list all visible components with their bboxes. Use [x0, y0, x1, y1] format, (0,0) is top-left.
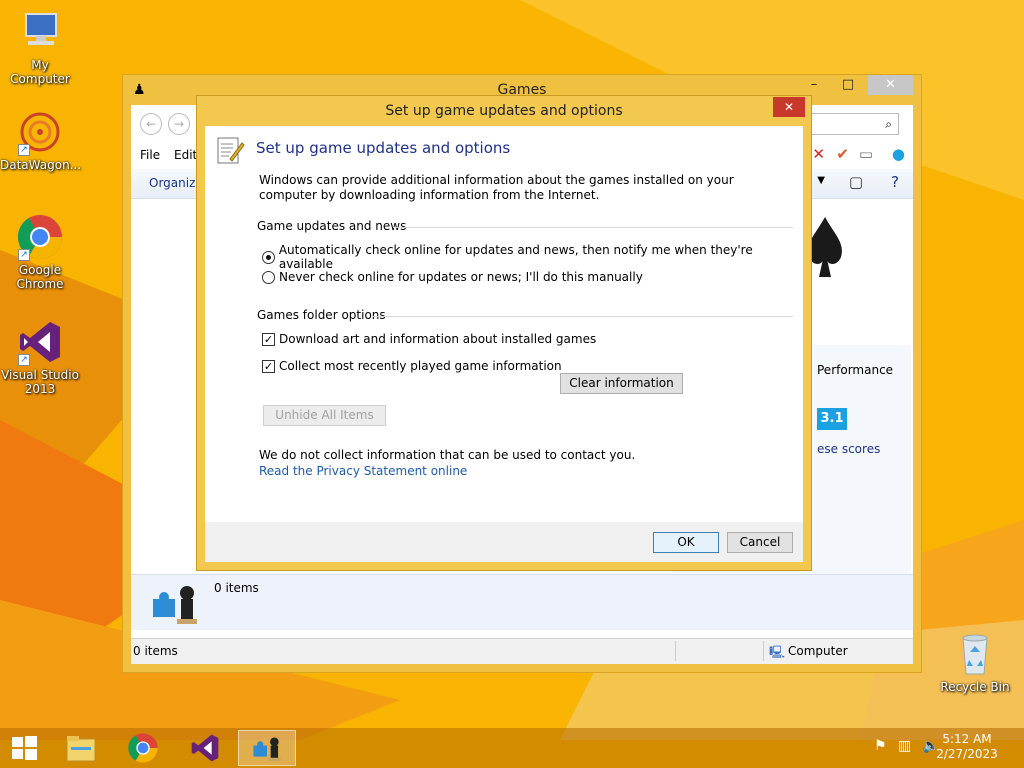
status-bar: 0 items 🖳 Computer: [131, 638, 913, 664]
dialog-close-button[interactable]: ✕: [773, 97, 805, 117]
start-button[interactable]: [0, 730, 48, 766]
view-dropdown-icon[interactable]: ▼: [817, 175, 825, 186]
desktop-icon-recycle-bin[interactable]: Recycle Bin: [935, 630, 1015, 694]
checkbox-download-label: Download art and information about insta…: [279, 332, 597, 346]
visual-studio-icon: ↗: [16, 318, 64, 366]
setup-dialog: Set up game updates and options ✕ Set up…: [196, 95, 812, 571]
dialog-description: Windows can provide additional informati…: [259, 173, 734, 202]
window-options-icon[interactable]: ▭: [859, 145, 873, 163]
desktop-icon-label: Google Chrome: [16, 263, 64, 291]
ok-button[interactable]: OK: [653, 532, 719, 553]
action-center-flag-icon[interactable]: ⚑: [874, 738, 887, 754]
checkbox[interactable]: ✓: [262, 332, 275, 346]
group-divider: [373, 316, 793, 317]
system-clock[interactable]: 5:12 AM 2/27/2023: [932, 732, 1002, 762]
dialog-body: Set up game updates and options Windows …: [205, 126, 803, 522]
help-icon[interactable]: ?: [891, 173, 899, 191]
desktop-icon-visual-studio[interactable]: ↗ Visual Studio 2013: [0, 318, 80, 396]
menu-edit[interactable]: Edit: [174, 148, 197, 162]
forward-button[interactable]: →: [168, 113, 190, 135]
group-divider: [393, 227, 793, 228]
updates-group-label: Game updates and news: [257, 219, 407, 233]
maximize-button[interactable]: □: [833, 75, 863, 95]
desktop-icon-my-computer[interactable]: My Computer: [0, 8, 80, 86]
radio-button[interactable]: [262, 250, 275, 264]
desktop-icon-label: My Computer: [10, 58, 70, 86]
radio-never-label: Never check online for updates or news; …: [279, 270, 643, 284]
checkbox[interactable]: ✓: [262, 359, 275, 373]
desktop-icon-datawagon[interactable]: ↗ DataWagon...: [0, 108, 82, 172]
shortcut-arrow-icon: ↗: [18, 144, 30, 156]
windows-logo-icon: [12, 736, 37, 760]
shortcut-arrow-icon: ↗: [18, 354, 30, 366]
network-tray-icon[interactable]: ▥: [898, 738, 911, 754]
details-pane: 0 items: [131, 574, 913, 630]
desktop-icon-chrome[interactable]: ↗ Google Chrome: [0, 213, 80, 291]
taskbar-visual-studio[interactable]: [178, 730, 232, 766]
folder-group-label: Games folder options: [257, 308, 386, 322]
clock-date: 2/27/2023: [936, 747, 998, 761]
checkbox-collect-label: Collect most recently played game inform…: [279, 359, 562, 373]
search-icon: ⌕: [885, 117, 892, 131]
dialog-heading: Set up game updates and options: [256, 139, 511, 157]
dialog-title: Set up game updates and options: [385, 103, 623, 119]
status-separator: [763, 641, 764, 661]
details-count: 0 items: [214, 581, 259, 595]
network-icon[interactable]: ●: [892, 145, 905, 163]
chrome-icon: [128, 733, 158, 763]
clock-time: 5:12 AM: [942, 732, 992, 746]
status-item-count: 0 items: [133, 644, 178, 658]
unhide-all-items-button[interactable]: Unhide All Items: [263, 405, 386, 426]
visual-studio-icon: [191, 734, 219, 762]
privacy-note: We do not collect information that can b…: [259, 448, 636, 462]
checkbox-collect-played[interactable]: ✓ Collect most recently played game info…: [262, 359, 562, 373]
recycle-bin-icon: [951, 630, 999, 678]
delete-icon[interactable]: ✕: [812, 145, 825, 163]
status-separator: [675, 641, 676, 661]
clear-information-button[interactable]: Clear information: [560, 373, 683, 394]
menu-file[interactable]: File: [140, 148, 160, 162]
taskbar-chrome[interactable]: [116, 730, 170, 766]
computer-icon: 🖳: [769, 645, 786, 659]
radio-auto-update[interactable]: Automatically check online for updates a…: [262, 243, 803, 271]
taskbar: ⚑ ▥ 🔈 5:12 AM 2/27/2023: [0, 728, 1024, 768]
games-icon: [253, 737, 281, 761]
games-icon: [153, 586, 197, 624]
desktop-icon-label: DataWagon...: [0, 158, 82, 172]
taskbar-games[interactable]: [238, 730, 296, 766]
score-badge: 3.1: [817, 408, 847, 430]
privacy-statement-link[interactable]: Read the Privacy Statement online: [259, 464, 467, 478]
settings-document-icon: [217, 137, 245, 164]
desktop-icon-label: Visual Studio 2013: [1, 368, 79, 396]
radio-button[interactable]: [262, 270, 275, 284]
radio-never-update[interactable]: Never check online for updates or news; …: [262, 270, 643, 284]
chrome-icon: ↗: [16, 213, 64, 261]
checkmark-icon[interactable]: ✔: [836, 145, 849, 163]
datawagon-icon: ↗: [16, 108, 64, 156]
taskbar-file-explorer[interactable]: [54, 730, 108, 766]
performance-label: Performance: [817, 363, 894, 377]
desktop-icon-label: Recycle Bin: [940, 680, 1010, 694]
shortcut-arrow-icon: ↗: [18, 249, 30, 261]
status-location: Computer: [788, 644, 848, 658]
checkbox-download-art[interactable]: ✓ Download art and information about ins…: [262, 332, 596, 346]
file-explorer-icon: [66, 736, 96, 762]
radio-auto-label: Automatically check online for updates a…: [278, 243, 753, 271]
back-button[interactable]: ←: [140, 113, 162, 135]
preview-pane-icon[interactable]: ▢: [849, 173, 863, 191]
computer-icon: [16, 8, 64, 56]
close-button[interactable]: ✕: [868, 75, 913, 95]
minimize-button[interactable]: –: [799, 75, 829, 95]
scores-link[interactable]: ese scores: [817, 442, 880, 456]
dialog-footer: OK Cancel: [205, 522, 803, 562]
cancel-button[interactable]: Cancel: [727, 532, 793, 553]
organize-menu[interactable]: Organize: [149, 176, 203, 190]
